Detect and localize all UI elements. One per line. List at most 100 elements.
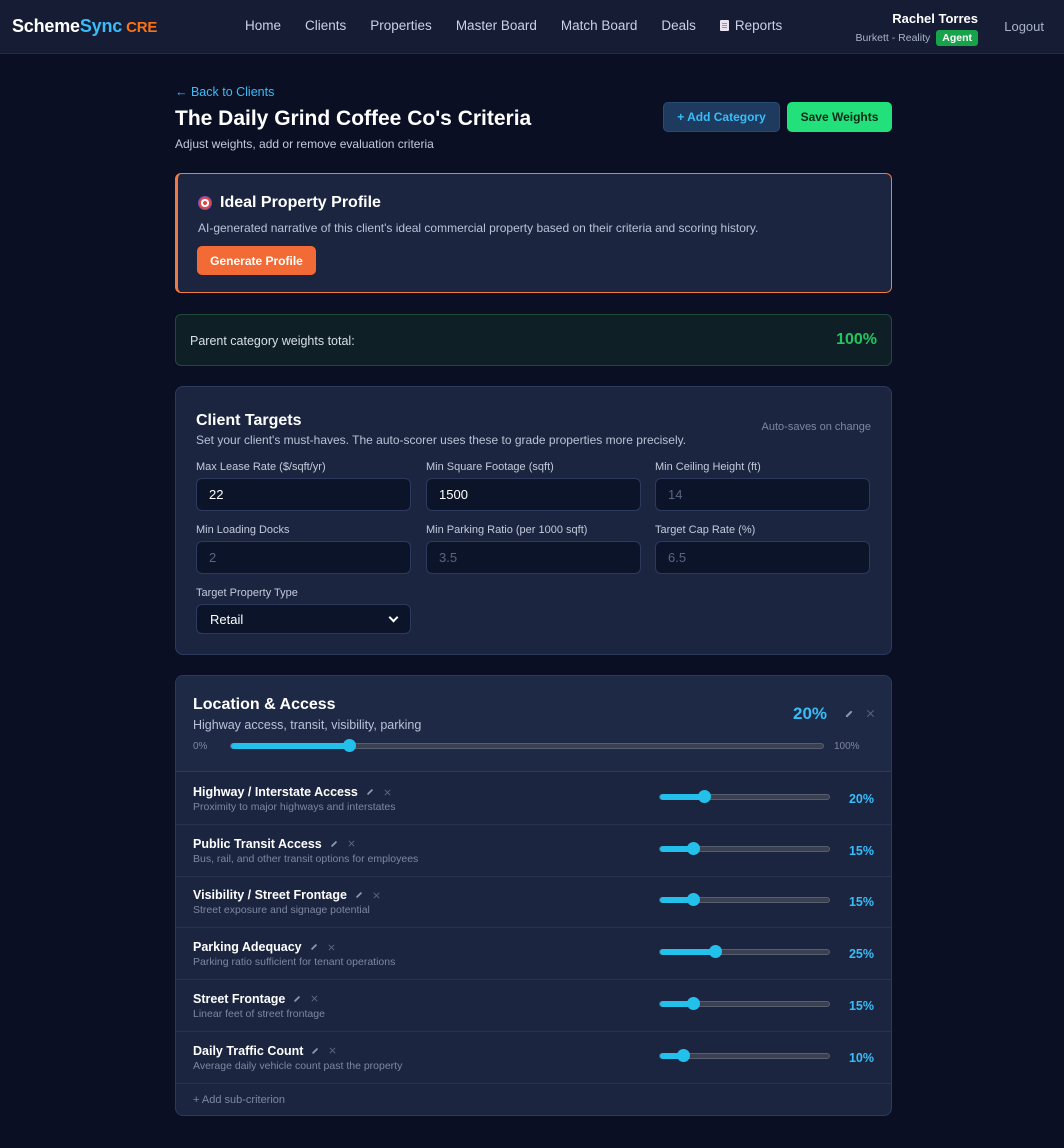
edit-public-transit-access-icon[interactable] (330, 840, 337, 847)
nav-deals[interactable]: Deals (661, 18, 696, 33)
min-square-footage-label: Min Square Footage (sqft) (426, 461, 554, 473)
visibility-street-frontage-slider[interactable] (659, 893, 830, 907)
edit-highway-interstate-access-icon[interactable] (366, 788, 374, 796)
min-parking-ratio-input[interactable]: 3.5 (426, 541, 641, 574)
weights-total-value: 100% (836, 331, 877, 348)
min-ceiling-height-input[interactable]: 14 (655, 478, 870, 511)
sub-slider-thumb[interactable] (687, 841, 701, 855)
edit-visibility-street-frontage-icon[interactable] (355, 892, 363, 899)
property-type-value: Retail (210, 611, 244, 627)
page-title: The Daily Grind Coffee Co's Criteria (175, 107, 532, 130)
sub-criterion-name: Highway / Interstate Access (193, 785, 392, 799)
edit-daily-traffic-count-icon[interactable] (312, 1047, 319, 1054)
user-company: Burkett - Reality (855, 32, 931, 44)
sub-criterion-description: Street exposure and signage potential (193, 904, 370, 917)
min-parking-ratio-label: Min Parking Ratio (per 1000 sqft) (426, 524, 588, 536)
sub-slider-thumb[interactable] (676, 1048, 690, 1062)
sub-slider-thumb[interactable] (687, 996, 701, 1010)
ideal-property-profile-card: Ideal Property Profile AI-generated narr… (175, 173, 892, 293)
sub-criterion-label: Parking Adequacy (193, 940, 302, 955)
brand-logo[interactable]: SchemeSync CRE (12, 16, 157, 37)
generate-profile-button[interactable]: Generate Profile (197, 246, 316, 275)
sub-slider-thumb[interactable] (687, 893, 701, 907)
client-targets-description: Set your client's must-haves. The auto-s… (196, 433, 687, 447)
delete-highway-interstate-access-icon[interactable] (384, 788, 392, 796)
sub-criterion-description: Bus, rail, and other transit options for… (193, 852, 419, 865)
nav-reports[interactable]: Reports (719, 18, 783, 33)
sub-criterion-weight: 20% (848, 792, 874, 806)
delete-category-icon[interactable] (866, 709, 875, 718)
sub-criterion-weight: 15% (848, 998, 874, 1013)
daily-traffic-count-slider[interactable] (659, 1048, 830, 1062)
delete-street-frontage-icon[interactable] (311, 995, 319, 1003)
profile-title-text: Ideal Property Profile (220, 194, 381, 211)
range-max-label: 100% (834, 741, 860, 752)
sub-criterion-weight: 10% (848, 1050, 874, 1065)
street-frontage-slider[interactable] (659, 996, 830, 1010)
sub-criterion-row: Public Transit Access Bus, rail, and othe… (176, 825, 891, 877)
sub-slider-thumb[interactable] (697, 790, 711, 803)
user-sub: Burkett - Reality Agent (856, 30, 978, 46)
weights-total-bar: Parent category weights total: 100% (175, 314, 892, 366)
top-nav: SchemeSync CRE Home Clients Properties Ma… (0, 0, 1064, 54)
sub-criterion-weight: 15% (848, 843, 874, 858)
nav-properties[interactable]: Properties (370, 18, 432, 33)
nav-home[interactable]: Home (245, 18, 281, 33)
page-subtitle: Adjust weights, add or remove evaluation… (175, 137, 434, 151)
property-type-label: Target Property Type (196, 587, 298, 599)
parking-adequacy-slider[interactable] (659, 945, 830, 959)
sub-slider-thumb[interactable] (708, 945, 722, 959)
max-lease-rate-input[interactable]: 22 (196, 478, 411, 511)
save-weights-button[interactable]: Save Weights (787, 102, 892, 132)
sub-criterion-description: Average daily vehicle count past the pro… (193, 1059, 403, 1072)
delete-visibility-street-frontage-icon[interactable] (373, 892, 381, 900)
sub-criterion-row: Visibility / Street Frontage Street expos… (176, 876, 891, 929)
sub-criterion-row: Parking Adequacy Parking ratio sufficient… (176, 928, 891, 981)
chevron-down-icon (388, 612, 399, 622)
sub-criterion-weight: 15% (848, 895, 874, 910)
nav-master-board[interactable]: Master Board (456, 18, 537, 33)
brand-text-sync: Sync (79, 16, 123, 36)
delete-parking-adequacy-icon[interactable] (327, 943, 335, 951)
sub-criterion-description: Parking ratio sufficient for tenant oper… (193, 956, 396, 969)
category-title: Location & Access (193, 696, 336, 713)
nav-match-board[interactable]: Match Board (561, 18, 638, 33)
delete-daily-traffic-count-icon[interactable] (329, 1047, 337, 1055)
category-weight-slider[interactable] (230, 739, 824, 752)
nav-reports-label: Reports (734, 18, 783, 33)
brand-text-cre: CRE (126, 19, 158, 36)
highway-interstate-access-slider[interactable] (659, 790, 830, 803)
target-cap-rate-input[interactable]: 6.5 (655, 541, 870, 574)
nav-clients[interactable]: Clients (305, 18, 346, 33)
sub-criterion-name: Parking Adequacy (193, 940, 336, 954)
category-location-access: Location & Access Highway access, transi… (175, 675, 892, 1116)
public-transit-access-slider[interactable] (659, 841, 830, 855)
sub-criterion-label: Street Frontage (193, 991, 286, 1006)
sub-criterion-name: Daily Traffic Count (193, 1044, 337, 1058)
autosave-note: Auto-saves on change (761, 421, 871, 433)
target-cap-rate-label: Target Cap Rate (%) (655, 524, 756, 536)
delete-public-transit-access-icon[interactable] (347, 840, 355, 848)
add-sub-criterion-link[interactable]: + Add sub-criterion (193, 1094, 285, 1106)
logout-link[interactable]: Logout (1004, 19, 1044, 34)
back-to-clients-link[interactable]: ← Back to Clients (175, 85, 274, 99)
role-badge: Agent (936, 30, 978, 46)
edit-street-frontage-icon[interactable] (294, 995, 301, 1002)
sub-criterion-description: Proximity to major highways and intersta… (193, 801, 396, 813)
min-square-footage-input[interactable]: 1500 (426, 478, 641, 511)
sub-criterion-label: Daily Traffic Count (193, 1043, 304, 1058)
property-type-select[interactable]: Retail (196, 604, 411, 634)
sub-criterion-weight: 25% (848, 947, 874, 962)
nav-links: Home Clients Properties Master Board Mat… (233, 18, 794, 33)
min-loading-docks-input[interactable]: 2 (196, 541, 411, 574)
edit-parking-adequacy-icon[interactable] (310, 943, 317, 951)
sub-criterion-label: Public Transit Access (193, 836, 322, 851)
category-slider-thumb[interactable] (343, 739, 357, 752)
sub-slider-fill (660, 949, 715, 956)
user-name: Rachel Torres (892, 11, 978, 26)
sub-criterion-row: Street Frontage Linear feet of street fro… (176, 980, 891, 1032)
category-weight: 20% (793, 704, 828, 723)
add-category-button[interactable]: + Add Category (663, 102, 780, 132)
sub-criterion-row: Daily Traffic Count Average daily vehicle… (176, 1032, 891, 1084)
edit-category-icon[interactable] (845, 710, 853, 718)
